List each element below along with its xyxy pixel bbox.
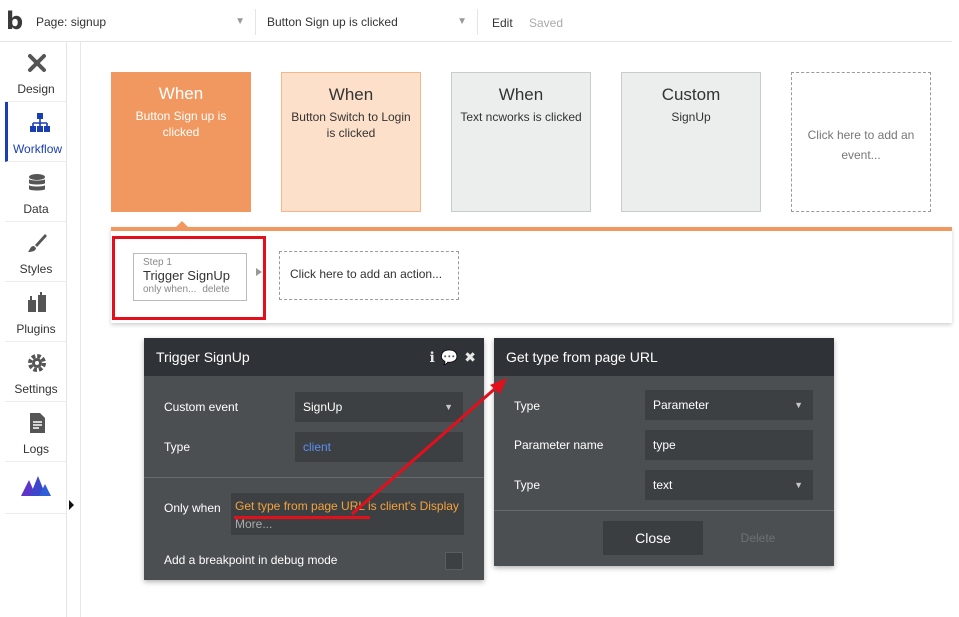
panel-header: Trigger SignUp ℹ 💬 ✖ — [144, 338, 484, 376]
breakpoint-checkbox[interactable] — [445, 552, 463, 570]
event-heading: Custom — [661, 85, 721, 104]
type-value: client — [303, 440, 332, 454]
custom-event-dropdown[interactable]: SignUp ▼ — [295, 392, 463, 422]
page-select-value: Page: signup — [36, 15, 107, 29]
only-when-label: Only when — [164, 501, 221, 515]
sidebar-item-styles[interactable]: Styles — [5, 222, 67, 282]
add-event-card[interactable]: Click here to add an event... — [791, 72, 931, 212]
custom-event-value: SignUp — [303, 400, 343, 414]
panel-title: Get type from page URL — [506, 349, 658, 365]
value-type-dropdown[interactable]: text ▼ — [645, 470, 813, 500]
only-when-expression-text[interactable]: Get type from page URL is client's Displ… — [235, 499, 459, 513]
event-card-text-click[interactable]: When Text ncworks is clicked — [451, 72, 591, 212]
highlight-box — [112, 236, 266, 320]
page-select[interactable]: Page: signup ▼ — [30, 9, 256, 35]
chevron-down-icon: ▼ — [794, 480, 803, 490]
top-bar: b Page: signup ▼ Button Sign up is click… — [0, 0, 952, 42]
event-card-custom-signup[interactable]: Custom SignUp — [621, 72, 761, 212]
parameter-name-value: type — [653, 438, 676, 452]
sidebar-item-label: Data — [23, 202, 49, 216]
panel-title: Trigger SignUp — [156, 349, 250, 365]
add-action-button[interactable]: Click here to add an action... — [279, 251, 459, 300]
sidebar-item-label: Plugins — [16, 322, 56, 336]
event-card-signup-click[interactable]: When Button Sign up is clicked — [111, 72, 251, 212]
event-subtitle: SignUp — [671, 110, 711, 124]
step-connector-arrow-icon — [256, 268, 262, 276]
info-icon[interactable]: ℹ — [430, 349, 435, 365]
close-button[interactable]: Close — [603, 521, 703, 555]
chevron-down-icon: ▼ — [794, 400, 803, 410]
sidebar-item-plugins[interactable]: Plugins — [5, 282, 67, 342]
sidebar-item-settings[interactable]: Settings — [5, 342, 67, 402]
sidebar-item-design[interactable]: Design — [5, 42, 67, 102]
panel-header-icons: ℹ 💬 ✖ — [424, 338, 477, 376]
source-type-value: Parameter — [653, 398, 710, 412]
bubble-logo-icon[interactable]: b — [6, 8, 30, 34]
event-select-value: Button Sign up is clicked — [267, 15, 398, 29]
sidebar-item-label: Styles — [19, 262, 53, 276]
comment-icon[interactable]: 💬 — [441, 349, 458, 365]
panel-divider — [144, 477, 484, 478]
saved-status: Saved — [529, 16, 564, 30]
active-event-pointer — [174, 221, 190, 229]
event-select[interactable]: Button Sign up is clicked ▼ — [258, 9, 478, 35]
sidebar-item-logs[interactable]: Logs — [5, 402, 67, 462]
panel-header: Get type from page URL — [494, 338, 834, 376]
event-subtitle: Button Sign up is clicked — [135, 109, 227, 139]
chevron-down-icon: ▼ — [444, 402, 453, 412]
add-event-label: Click here to add an event... — [807, 128, 915, 162]
sidebar-item-label: Settings — [14, 382, 58, 396]
close-icon[interactable]: ✖ — [464, 349, 476, 365]
highlight-underline — [234, 516, 370, 519]
sidebar-item-data[interactable]: Data — [5, 162, 67, 222]
panel-divider — [494, 510, 834, 511]
logs-icon — [30, 413, 45, 433]
event-card-switch-to-login[interactable]: When Button Switch to Login is clicked — [281, 72, 421, 212]
design-icon — [28, 54, 46, 72]
workflow-editor: b Page: signup ▼ Button Sign up is click… — [0, 0, 959, 617]
parameter-name-input[interactable]: type — [645, 430, 813, 460]
delete-button[interactable]: Delete — [721, 521, 795, 555]
type-label: Type — [164, 440, 191, 454]
sidebar: Design Workflow Data Styles Plugins Sett… — [5, 42, 67, 617]
data-icon — [29, 174, 45, 191]
event-subtitle: Button Switch to Login is clicked — [291, 110, 411, 140]
only-when-expression[interactable]: Get type from page URL is client's Displ… — [231, 493, 464, 535]
plugins-icon — [28, 292, 46, 312]
settings-icon — [28, 354, 46, 372]
more-link[interactable]: More... — [235, 517, 272, 531]
sidebar-item-label: Workflow — [12, 142, 63, 156]
sidebar-item-label: Design — [17, 82, 55, 96]
styles-icon — [28, 234, 47, 252]
event-heading: When — [158, 84, 204, 103]
sidebar-item-label: Logs — [22, 442, 50, 456]
breakpoint-label: Add a breakpoint in debug mode — [164, 553, 338, 567]
chevron-down-icon: ▼ — [235, 16, 245, 27]
bubble-logo-icon — [21, 476, 51, 496]
parameter-name-label: Parameter name — [514, 438, 604, 452]
value-type-value: text — [653, 478, 673, 492]
sidebar-item-workflow[interactable]: Workflow — [5, 102, 67, 162]
event-heading: When — [328, 85, 374, 104]
event-heading: When — [498, 85, 544, 104]
type-field[interactable]: client — [295, 432, 463, 462]
event-subtitle: Text ncworks is clicked — [460, 110, 582, 124]
workflow-icon — [30, 113, 50, 132]
collapse-arrow-icon[interactable] — [69, 500, 74, 510]
custom-event-label: Custom event — [164, 400, 239, 414]
sidebar-item-bubble[interactable] — [5, 462, 67, 514]
edit-menu[interactable]: Edit — [492, 16, 513, 30]
value-type-label: Type — [514, 478, 541, 492]
chevron-down-icon: ▼ — [457, 16, 467, 27]
sidebar-divider — [80, 42, 81, 617]
source-type-label: Type — [514, 399, 541, 413]
source-type-dropdown[interactable]: Parameter ▼ — [645, 390, 813, 420]
